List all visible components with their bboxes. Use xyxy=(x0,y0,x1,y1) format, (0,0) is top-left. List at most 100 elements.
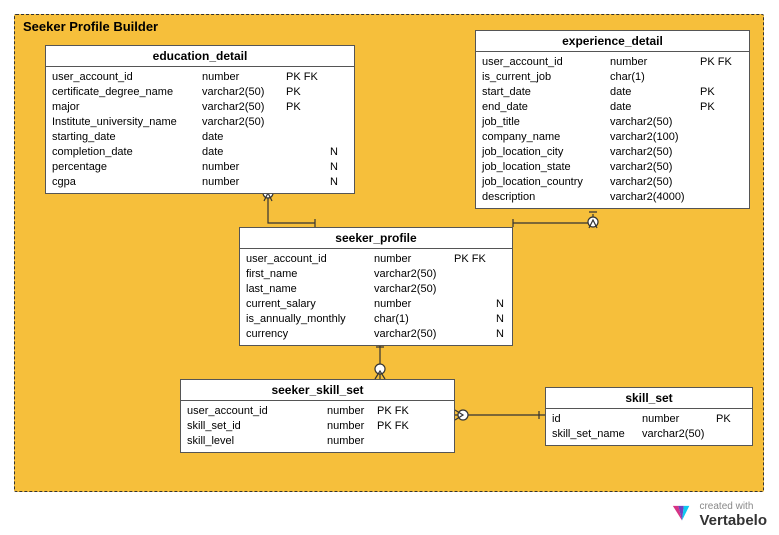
col-name: start_date xyxy=(482,85,610,99)
col-nullable xyxy=(742,412,754,426)
column-row: skill_set_namevarchar2(50) xyxy=(546,426,752,441)
col-type: varchar2(50) xyxy=(202,85,286,99)
column-row: is_current_jobchar(1) xyxy=(476,69,749,84)
module-title: Seeker Profile Builder xyxy=(23,19,158,34)
col-flags xyxy=(454,267,492,281)
col-name: completion_date xyxy=(52,145,202,159)
column-row: user_account_idnumberPK FK xyxy=(476,54,749,69)
col-nullable xyxy=(740,85,752,99)
module-container: Seeker Profile Builder education_detail … xyxy=(14,14,764,492)
col-type: varchar2(50) xyxy=(610,160,700,174)
col-name: end_date xyxy=(482,100,610,114)
col-name: skill_set_name xyxy=(552,427,642,441)
entity-title: seeker_profile xyxy=(240,228,512,249)
col-name: is_current_job xyxy=(482,70,610,84)
column-row: skill_levelnumber xyxy=(181,433,454,448)
entity-skill-set: skill_set idnumberPKskill_set_namevarcha… xyxy=(545,387,753,446)
col-name: company_name xyxy=(482,130,610,144)
column-row: company_namevarchar2(100) xyxy=(476,129,749,144)
entity-title: seeker_skill_set xyxy=(181,380,454,401)
entity-title: education_detail xyxy=(46,46,354,67)
col-type: number xyxy=(327,404,377,418)
col-name: first_name xyxy=(246,267,374,281)
col-name: is_annually_monthly xyxy=(246,312,374,326)
col-type: number xyxy=(642,412,716,426)
col-type: number xyxy=(327,434,377,448)
column-row: job_location_cityvarchar2(50) xyxy=(476,144,749,159)
entity-seeker-profile: seeker_profile user_account_idnumberPK F… xyxy=(239,227,513,346)
col-flags: PK xyxy=(700,85,740,99)
column-row: majorvarchar2(50)PK xyxy=(46,99,354,114)
col-name: skill_level xyxy=(187,434,327,448)
col-name: id xyxy=(552,412,642,426)
col-flags xyxy=(377,434,433,448)
col-type: varchar2(50) xyxy=(610,115,700,129)
col-name: major xyxy=(52,100,202,114)
vertabelo-logo-icon xyxy=(671,504,693,526)
entity-rows: idnumberPKskill_set_namevarchar2(50) xyxy=(546,409,752,445)
col-name: user_account_id xyxy=(52,70,202,84)
col-flags: PK FK xyxy=(286,70,326,84)
col-type: date xyxy=(610,85,700,99)
col-nullable: N xyxy=(326,175,338,189)
col-type: char(1) xyxy=(374,312,454,326)
col-name: skill_set_id xyxy=(187,419,327,433)
col-type: number xyxy=(202,70,286,84)
col-flags xyxy=(700,145,740,159)
col-name: job_location_country xyxy=(482,175,610,189)
entity-experience-detail: experience_detail user_account_idnumberP… xyxy=(475,30,750,209)
col-name: job_location_city xyxy=(482,145,610,159)
col-type: number xyxy=(374,297,454,311)
column-row: end_datedatePK xyxy=(476,99,749,114)
entity-rows: user_account_idnumberPK FKcertificate_de… xyxy=(46,67,354,193)
col-nullable xyxy=(740,145,752,159)
entity-rows: user_account_idnumberPK FKis_current_job… xyxy=(476,52,749,208)
col-name: job_title xyxy=(482,115,610,129)
col-flags: PK xyxy=(700,100,740,114)
col-flags: PK FK xyxy=(377,419,433,433)
col-name: certificate_degree_name xyxy=(52,85,202,99)
col-type: varchar2(50) xyxy=(610,175,700,189)
col-flags: PK xyxy=(286,85,326,99)
column-row: certificate_degree_namevarchar2(50)PK xyxy=(46,84,354,99)
column-row: currencyvarchar2(50)N xyxy=(240,326,512,341)
col-nullable xyxy=(740,190,752,204)
col-type: varchar2(50) xyxy=(642,427,716,441)
col-type: varchar2(50) xyxy=(610,145,700,159)
col-name: current_salary xyxy=(246,297,374,311)
col-nullable xyxy=(742,427,754,441)
col-nullable xyxy=(492,252,504,266)
col-flags xyxy=(700,160,740,174)
col-nullable: N xyxy=(326,145,338,159)
column-row: start_datedatePK xyxy=(476,84,749,99)
col-name: description xyxy=(482,190,610,204)
col-type: date xyxy=(202,145,286,159)
attribution: created with Vertabelo xyxy=(671,501,767,529)
column-row: user_account_idnumberPK FK xyxy=(240,251,512,266)
col-type: varchar2(50) xyxy=(374,327,454,341)
col-nullable xyxy=(740,115,752,129)
col-name: starting_date xyxy=(52,130,202,144)
col-flags xyxy=(286,130,326,144)
column-row: job_location_countryvarchar2(50) xyxy=(476,174,749,189)
col-type: date xyxy=(610,100,700,114)
column-row: Institute_university_namevarchar2(50) xyxy=(46,114,354,129)
col-nullable xyxy=(326,115,338,129)
col-type: number xyxy=(610,55,700,69)
col-type: varchar2(100) xyxy=(610,130,700,144)
col-type: number xyxy=(374,252,454,266)
col-flags xyxy=(700,70,740,84)
col-type: number xyxy=(202,160,286,174)
col-type: char(1) xyxy=(610,70,700,84)
col-nullable xyxy=(740,70,752,84)
col-nullable xyxy=(326,85,338,99)
col-flags xyxy=(286,145,326,159)
column-row: completion_datedate N xyxy=(46,144,354,159)
col-name: user_account_id xyxy=(482,55,610,69)
col-flags xyxy=(700,130,740,144)
column-row: job_titlevarchar2(50) xyxy=(476,114,749,129)
col-flags: PK xyxy=(716,412,742,426)
col-nullable xyxy=(433,434,445,448)
col-flags xyxy=(286,115,326,129)
col-type: varchar2(50) xyxy=(374,267,454,281)
